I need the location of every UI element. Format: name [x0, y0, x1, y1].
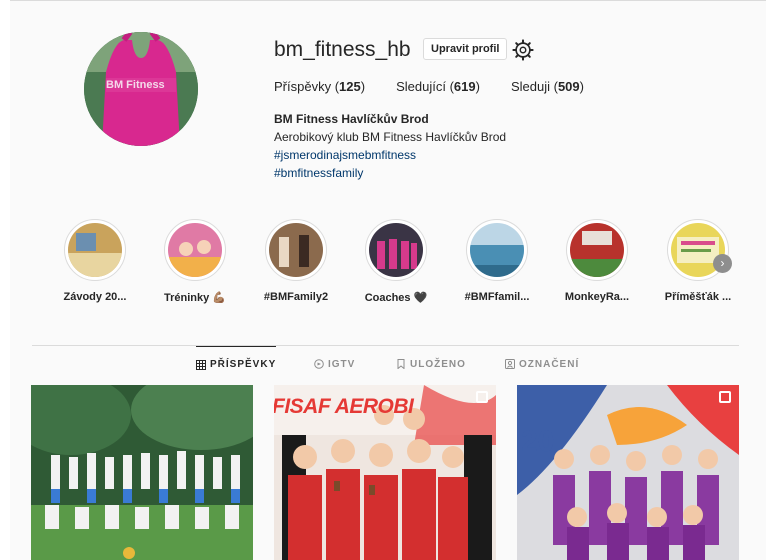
- post-image: [31, 385, 253, 560]
- edit-profile-button[interactable]: Upravit profil: [423, 38, 508, 60]
- grid-icon: [196, 359, 206, 370]
- tag-icon: [505, 359, 515, 369]
- post-thumbnail[interactable]: 20: [517, 385, 739, 560]
- highlight-item[interactable]: Závody 20...: [49, 219, 141, 303]
- bookmark-icon: [397, 359, 405, 369]
- highlight-item[interactable]: #BMFamily2: [250, 219, 342, 303]
- settings-gear-icon[interactable]: [512, 39, 534, 61]
- post-thumbnail[interactable]: FISAF AEROBI: [274, 385, 496, 560]
- post-banner-text: FISAF AEROBI: [274, 395, 414, 418]
- followers-stat[interactable]: Sledující (619): [396, 79, 480, 94]
- highlight-label: MonkeyRa...: [564, 291, 630, 303]
- tab-saved[interactable]: ULOŽENO: [396, 346, 466, 382]
- following-count[interactable]: 509: [558, 79, 580, 94]
- highlight-label: #BMFfamil...: [464, 291, 530, 303]
- highlight-thumbnail: [269, 223, 323, 277]
- tab-posts[interactable]: PŘÍSPĚVKY: [196, 346, 277, 382]
- posts-count: 125: [339, 79, 361, 94]
- tab-label: ULOŽENO: [410, 358, 466, 370]
- posts-label: Příspěvky: [274, 79, 332, 94]
- full-name: BM Fitness Havlíčkův Brod: [274, 112, 429, 126]
- post-thumbnail[interactable]: [31, 385, 253, 560]
- profile-tabs: PŘÍSPĚVKY IGTV ULOŽENO OZNAČENÍ: [32, 346, 739, 382]
- highlights-next-arrow-icon[interactable]: ›: [713, 254, 732, 273]
- hashtag-link[interactable]: #bmfitnessfamily: [274, 164, 506, 182]
- username: bm_fitness_hb: [274, 38, 411, 61]
- tab-label: PŘÍSPĚVKY: [210, 359, 277, 370]
- highlight-label: Coaches 🖤: [364, 292, 428, 304]
- profile-stats: Příspěvky (125) Sledující (619) Sleduji …: [274, 79, 615, 94]
- highlight-item[interactable]: Tréninky 💪🏽: [149, 219, 241, 304]
- highlight-thumbnail: [369, 223, 423, 277]
- highlight-label: #BMFamily2: [263, 291, 329, 303]
- highlight-thumbnail: [168, 223, 222, 277]
- tab-tagged[interactable]: OZNAČENÍ: [505, 346, 579, 382]
- highlight-label: Tréninky 💪🏽: [164, 292, 226, 304]
- story-highlights: Závody 20... Tréninky 💪🏽 #BMFamily2 Coac…: [32, 219, 734, 309]
- hashtag-link[interactable]: #jsmerodinajsmebmfitness: [274, 146, 506, 164]
- followers-label[interactable]: Sledující: [396, 79, 446, 94]
- highlight-thumbnail: [68, 223, 122, 277]
- tab-label: IGTV: [328, 358, 356, 370]
- highlight-label: Příměšťák ...: [664, 291, 732, 303]
- highlight-item[interactable]: #BMFfamil...: [451, 219, 543, 303]
- avatar-text: BM Fitness: [106, 79, 165, 91]
- post-image: [517, 385, 739, 560]
- followers-count[interactable]: 619: [454, 79, 476, 94]
- following-stat[interactable]: Sleduji (509): [511, 79, 584, 94]
- profile-bio: BM Fitness Havlíčkův Brod Aerobikový klu…: [274, 110, 506, 182]
- bio-line: Aerobikový klub BM Fitness Havlíčkův Bro…: [274, 130, 507, 144]
- highlight-thumbnail: [470, 223, 524, 277]
- highlight-item[interactable]: MonkeyRa...: [551, 219, 643, 303]
- tab-label: OZNAČENÍ: [519, 358, 580, 370]
- highlight-item[interactable]: Coaches 🖤: [350, 219, 442, 304]
- highlight-label: Závody 20...: [63, 291, 127, 303]
- igtv-icon: [314, 359, 324, 369]
- post-banner-text: 20: [521, 425, 555, 458]
- tab-igtv[interactable]: IGTV: [314, 346, 355, 382]
- posts-stat: Příspěvky (125): [274, 79, 366, 94]
- multi-image-icon: [476, 391, 488, 403]
- highlight-thumbnail: [570, 223, 624, 277]
- following-label[interactable]: Sleduji: [511, 79, 550, 94]
- multi-image-icon: [719, 391, 731, 403]
